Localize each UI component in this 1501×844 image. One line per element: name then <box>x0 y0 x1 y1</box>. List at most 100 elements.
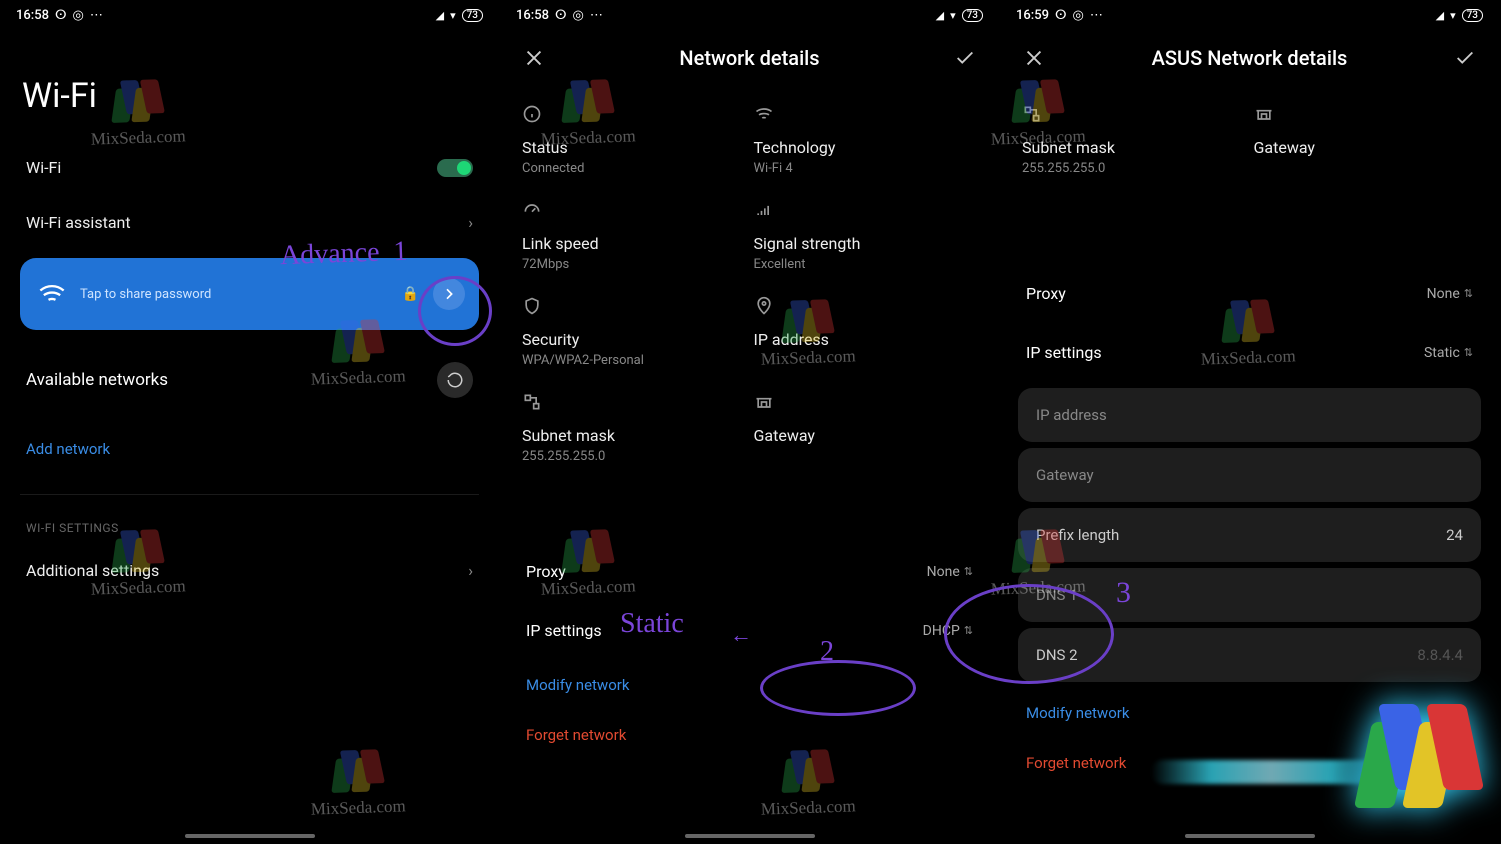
technology-item: Technology Wi-Fi 4 <box>754 96 978 184</box>
wifi-toggle[interactable] <box>437 159 473 177</box>
forget-network-link[interactable]: Forget network <box>500 710 999 760</box>
annotation-circle-3 <box>944 584 1114 684</box>
subnet-item: Subnet mask 255.255.255.0 <box>522 384 746 472</box>
gateway-placeholder: Gateway <box>1036 466 1094 484</box>
proxy-row[interactable]: Proxy None⇅ <box>1000 264 1499 323</box>
logo-lightning <box>1151 760 1391 784</box>
security-item: Security WPA/WPA2-Personal <box>522 288 746 376</box>
ip-address-input[interactable]: IP address <box>1018 388 1481 442</box>
mixseda-logo <box>1363 704 1493 834</box>
info-icon <box>522 104 746 130</box>
status-bar: 16:58 ⵙ ◎ ⋯ ◢ ▾ 73 <box>500 0 999 30</box>
wifi-assistant-row[interactable]: Wi-Fi assistant › <box>0 195 499 250</box>
gateway-icon <box>1254 104 1478 130</box>
page-title: Network details <box>548 46 951 70</box>
nav-bar[interactable] <box>685 834 815 838</box>
dropdown-icon: ⇅ <box>1464 346 1473 359</box>
annotation-circle-2 <box>760 660 916 716</box>
annotation-static: Static <box>620 608 684 640</box>
additional-settings-row[interactable]: Additional settings › <box>0 543 499 598</box>
battery-icon: 73 <box>1462 9 1483 22</box>
dropdown-icon: ⇅ <box>1464 287 1473 300</box>
dnd-icon: ◎ <box>1073 8 1084 23</box>
gateway-input[interactable]: Gateway <box>1018 448 1481 502</box>
prefix-length-input[interactable]: Prefix length 24 <box>1018 508 1481 562</box>
bt-icon: ⵙ <box>555 8 567 23</box>
divider <box>20 494 479 495</box>
nav-bar[interactable] <box>185 834 315 838</box>
wifi-toggle-row[interactable]: Wi-Fi <box>0 140 499 195</box>
annotation-arrow: ← <box>730 622 752 648</box>
screen-wifi-settings: 16:58 ⵙ ◎ ⋯ ◢ ▾ 73 Wi-Fi Wi-Fi Wi-Fi ass… <box>0 0 500 844</box>
annotation-advance: Advance 1 <box>279 236 408 272</box>
proxy-row[interactable]: Proxy None⇅ <box>500 542 999 601</box>
bt-icon: ⵙ <box>55 8 67 23</box>
dnd-icon: ◎ <box>73 8 84 23</box>
gateway-item: Gateway <box>754 384 978 472</box>
battery-icon: 73 <box>462 9 483 22</box>
proxy-label: Proxy <box>526 562 566 581</box>
annotation-num-3: 3 <box>1116 576 1131 610</box>
prefix-length-label: Prefix length <box>1036 526 1119 544</box>
back-button[interactable] <box>0 30 40 58</box>
signal-icon <box>754 200 978 226</box>
shield-icon <box>522 296 746 322</box>
clock: 16:59 <box>1016 8 1049 23</box>
available-networks-row: Available networks <box>0 338 499 422</box>
wifi-assistant-label: Wi-Fi assistant <box>26 213 131 232</box>
lock-icon: 🔒 <box>402 286 419 302</box>
section-label: WI-FI SETTINGS <box>0 513 499 543</box>
wifi-icon: ▾ <box>450 9 456 22</box>
refresh-button[interactable] <box>437 362 473 398</box>
clock: 16:58 <box>16 8 49 23</box>
speed-icon <box>522 200 746 226</box>
ipaddress-item: IP address <box>754 288 978 376</box>
more-icon: ⋯ <box>90 8 103 23</box>
gateway-item: Gateway <box>1254 96 1478 184</box>
confirm-button[interactable] <box>1451 44 1479 72</box>
more-icon: ⋯ <box>1090 8 1103 23</box>
connected-network-card[interactable]: Tap to share password 🔒 <box>20 258 479 330</box>
wifi-icon <box>38 280 66 308</box>
signal-item: Signal strength Excellent <box>754 192 978 280</box>
page-title: ASUS Network details <box>1048 46 1451 70</box>
prefix-length-value: 24 <box>1446 526 1463 544</box>
chevron-right-icon: › <box>468 561 473 580</box>
chevron-right-icon: › <box>468 213 473 232</box>
subnet-icon <box>522 392 746 418</box>
wifi-icon: ▾ <box>1450 9 1456 22</box>
subnet-icon <box>1022 104 1246 130</box>
more-icon: ⋯ <box>590 8 603 23</box>
battery-icon: 73 <box>962 9 983 22</box>
ip-address-placeholder: IP address <box>1036 406 1107 424</box>
close-button[interactable] <box>520 44 548 72</box>
wifi-icon: ▾ <box>950 9 956 22</box>
close-button[interactable] <box>1020 44 1048 72</box>
status-bar: 16:58 ⵙ ◎ ⋯ ◢ ▾ 73 <box>0 0 499 30</box>
subnet-item: Subnet mask 255.255.255.0 <box>1022 96 1246 184</box>
dns2-value: 8.8.4.4 <box>1417 646 1463 664</box>
signal-icon: ◢ <box>1436 9 1444 22</box>
proxy-label: Proxy <box>1026 284 1066 303</box>
modify-network-link[interactable]: Modify network <box>500 660 999 710</box>
available-networks-label: Available networks <box>26 370 168 390</box>
clock: 16:58 <box>516 8 549 23</box>
wifi-label: Wi-Fi <box>26 158 61 177</box>
linkspeed-item: Link speed 72Mbps <box>522 192 746 280</box>
dropdown-icon: ⇅ <box>964 565 973 578</box>
page-title: Wi-Fi <box>0 58 499 140</box>
ip-settings-label: IP settings <box>526 621 602 640</box>
additional-settings-label: Additional settings <box>26 561 159 580</box>
screen-network-details: 16:58 ⵙ ◎ ⋯ ◢ ▾ 73 Network details Statu… <box>500 0 1000 844</box>
annotation-circle-1 <box>418 276 492 346</box>
ip-settings-label: IP settings <box>1026 343 1102 362</box>
signal-icon: ◢ <box>936 9 944 22</box>
nav-bar[interactable] <box>1185 834 1315 838</box>
dnd-icon: ◎ <box>573 8 584 23</box>
signal-icon: ◢ <box>436 9 444 22</box>
bt-icon: ⵙ <box>1055 8 1067 23</box>
add-network-link[interactable]: Add network <box>0 422 499 476</box>
ip-settings-row[interactable]: IP settings Static⇅ <box>1000 323 1499 382</box>
status-bar: 16:59 ⵙ ◎ ⋯ ◢ ▾ 73 <box>1000 0 1499 30</box>
confirm-button[interactable] <box>951 44 979 72</box>
